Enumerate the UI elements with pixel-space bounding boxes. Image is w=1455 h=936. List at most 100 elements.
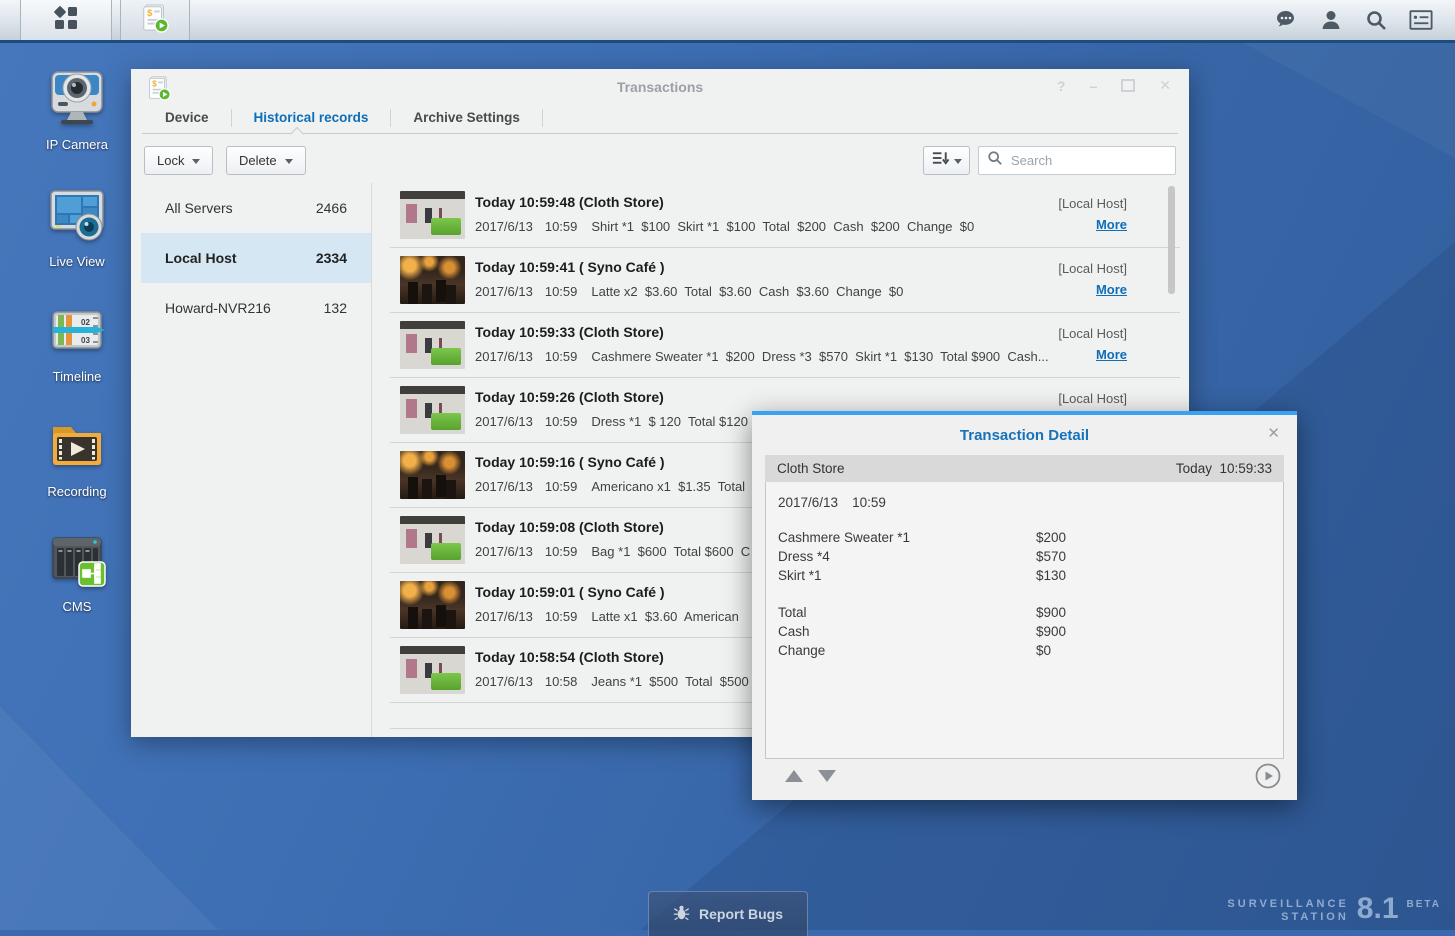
server-row-local-host[interactable]: Local Host 2334 (141, 233, 371, 283)
delete-button-label: Delete (239, 153, 277, 168)
transaction-time: 10:59 (545, 219, 578, 234)
brand-line1: SURVEILLANCE (1227, 898, 1348, 911)
transaction-thumbnail[interactable] (400, 321, 465, 369)
transaction-items: Bag *1 $600 Total $600 C (591, 544, 750, 559)
widgets-panel-icon[interactable] (1409, 8, 1433, 32)
transaction-thumbnail[interactable] (400, 256, 465, 304)
more-link[interactable]: More (1096, 347, 1127, 362)
server-list: All Servers 2466 Local Host 2334 Howard-… (141, 183, 371, 333)
transaction-items: Shirt *1 $100 Skirt *1 $100 Total $200 C… (591, 219, 974, 234)
close-icon[interactable]: ✕ (1267, 424, 1280, 442)
desktop-icon-live-view[interactable]: Live View (22, 183, 132, 269)
receipt-summary-row: Cash $900 (778, 622, 1271, 641)
transaction-title: Today 10:59:08 (Cloth Store) (475, 519, 664, 535)
play-icon[interactable] (1255, 763, 1281, 789)
taskbar: $ (0, 0, 1455, 43)
transaction-items: Americano x1 $1.35 Total (591, 479, 745, 494)
transaction-row[interactable]: Today 10:59:48 (Cloth Store) 2017/6/1310… (390, 183, 1180, 248)
maximize-button[interactable] (1121, 79, 1135, 92)
report-bugs-button[interactable]: Report Bugs (648, 891, 808, 936)
item-price: $200 (1036, 528, 1271, 547)
summary-label: Change (778, 641, 1036, 660)
brand-version: 8.1 (1357, 894, 1399, 924)
delete-button[interactable]: Delete (226, 146, 306, 175)
transaction-date: 2017/6/13 (475, 674, 533, 689)
tab-device[interactable]: Device (143, 109, 232, 127)
desktop-icon-recording[interactable]: Recording (22, 413, 132, 499)
item-name: Skirt *1 (778, 566, 1036, 585)
ip-camera-icon (45, 117, 109, 134)
search-box (978, 146, 1176, 175)
transaction-time: 10:59 (545, 284, 578, 299)
item-name: Cashmere Sweater *1 (778, 528, 1036, 547)
help-button[interactable]: ? (1057, 78, 1066, 94)
summary-label: Total (778, 603, 1036, 622)
transaction-thumbnail[interactable] (400, 646, 465, 694)
item-price: $570 (1036, 547, 1271, 566)
transaction-date: 2017/6/13 (475, 349, 533, 364)
transaction-host: [Local Host] (1058, 196, 1127, 211)
chevron-down-icon (954, 159, 962, 164)
transaction-row[interactable]: Today 10:59:33 (Cloth Store) 2017/6/13 10… (390, 313, 1180, 378)
desktop-icon-label: Timeline (22, 369, 132, 384)
desktop-icon-ip-camera[interactable]: IP Camera (22, 66, 132, 152)
transaction-time: 10:59 (545, 544, 578, 559)
store-name: Cloth Store (777, 461, 845, 476)
transaction-title: Today 10:59:41 ( Syno Café ) (475, 259, 665, 275)
chevron-down-icon (285, 159, 293, 164)
summary-value: $900 (1036, 603, 1271, 622)
transaction-host: [Local Host] (1058, 261, 1127, 276)
transaction-thumbnail[interactable] (400, 386, 465, 434)
receipt-spacer (778, 585, 1271, 603)
tab-historical-records[interactable]: Historical records (232, 109, 392, 127)
more-link[interactable]: More (1096, 217, 1127, 232)
user-icon[interactable] (1319, 8, 1343, 32)
transaction-host: [Local Host] (1058, 391, 1127, 406)
grid-menu-icon (52, 4, 80, 37)
desktop-icon-label: Live View (22, 254, 132, 269)
transaction-thumbnail[interactable] (400, 516, 465, 564)
up-arrow-icon[interactable] (785, 770, 803, 782)
minimize-button[interactable]: – (1089, 78, 1097, 94)
search-input[interactable] (1009, 152, 1167, 169)
transaction-timestamp: Today 10:59:33 (1176, 461, 1272, 476)
server-row-howard-nvr216[interactable]: Howard-NVR216 132 (141, 283, 371, 333)
search-icon[interactable] (1364, 8, 1388, 32)
sort-button[interactable] (923, 146, 970, 175)
down-arrow-icon[interactable] (818, 770, 836, 782)
transaction-title: Today 10:59:48 (Cloth Store) (475, 194, 664, 210)
window-controls: ? – ✕ (1057, 77, 1171, 94)
dialog-accent-bar (752, 411, 1297, 415)
dialog-title: Transaction Detail (752, 427, 1297, 444)
transaction-row[interactable]: Today 10:59:41 ( Syno Café ) 2017/6/1310… (390, 248, 1180, 313)
transaction-time: 10:58 (545, 674, 578, 689)
tab-archive-settings[interactable]: Archive Settings (391, 109, 543, 127)
server-count: 132 (324, 300, 347, 316)
server-count: 2466 (316, 200, 347, 216)
window-titlebar[interactable]: $ Transactions ? – ✕ (131, 69, 1189, 102)
tab-bar: Device Historical records Archive Settin… (143, 103, 543, 133)
server-name: Howard-NVR216 (165, 300, 271, 316)
lock-button[interactable]: Lock (144, 146, 213, 175)
transaction-thumbnail[interactable] (400, 451, 465, 499)
transaction-thumbnail[interactable] (400, 581, 465, 629)
transaction-time: 10:59 (545, 414, 578, 429)
transaction-time: 10:59 (545, 349, 578, 364)
item-name: Dress *4 (778, 547, 1036, 566)
desktop-icon-cms[interactable]: CMS (22, 528, 132, 614)
close-button[interactable]: ✕ (1159, 77, 1171, 94)
transaction-detail-dialog: Transaction Detail ✕ Cloth Store Today 1… (752, 411, 1297, 800)
dialog-receipt: 2017/6/1310:59 Cashmere Sweater *1 $200 … (765, 482, 1284, 759)
transactions-app-taskbar-button[interactable]: $ (120, 0, 190, 40)
list-scrollbar[interactable] (1168, 186, 1175, 294)
transaction-thumbnail[interactable] (400, 191, 465, 239)
more-link[interactable]: More (1096, 282, 1127, 297)
transaction-title: Today 10:59:33 (Cloth Store) (475, 324, 664, 340)
transaction-date: 2017/6/13 (475, 414, 533, 429)
server-row-all-servers[interactable]: All Servers 2466 (141, 183, 371, 233)
desktop-icon-timeline[interactable]: 02 03 Timeline (22, 298, 132, 384)
main-menu-button[interactable] (20, 0, 112, 40)
summary-label: Cash (778, 622, 1036, 641)
transaction-items: Cashmere Sweater *1 $200 Dress *3 $570 S… (591, 349, 1048, 364)
chat-icon[interactable] (1274, 8, 1298, 32)
